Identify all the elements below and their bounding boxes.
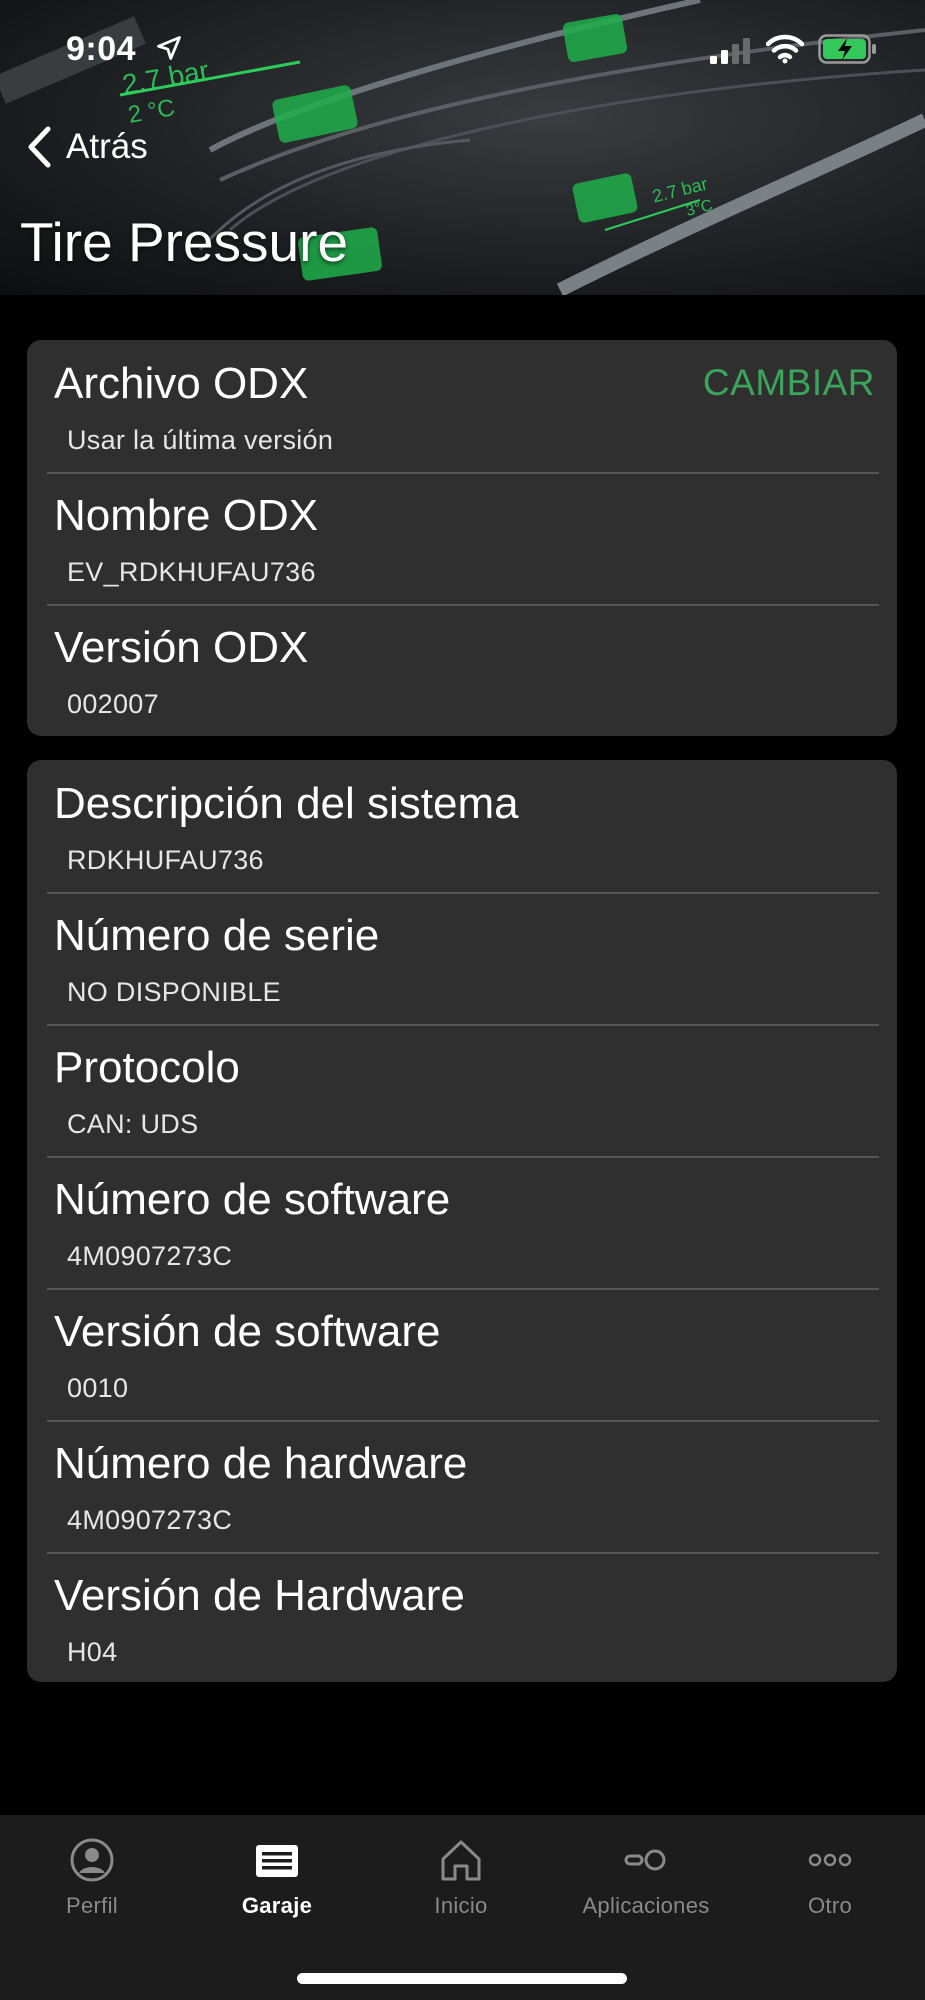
software-version-row: Versión de software 0010 xyxy=(27,1288,897,1420)
status-bar: 9:04 xyxy=(0,0,925,100)
row-title: Versión ODX xyxy=(54,623,309,672)
protocol-row: Protocolo CAN: UDS xyxy=(27,1024,897,1156)
garage-icon xyxy=(256,1845,298,1877)
home-indicator[interactable] xyxy=(297,1973,627,1984)
odx-info-card: Archivo ODX CAMBIAR Usar la última versi… xyxy=(27,340,897,736)
wifi-icon xyxy=(766,34,804,64)
tab-label: Otro xyxy=(808,1893,852,1918)
software-number-row: Número de software 4M0907273C xyxy=(27,1156,897,1288)
tab-aplicaciones[interactable]: Aplicaciones xyxy=(561,1815,731,1945)
row-value: 0010 xyxy=(67,1373,129,1403)
page-title: Tire Pressure xyxy=(20,211,349,273)
apps-icon xyxy=(624,1849,666,1871)
row-title: Número de serie xyxy=(54,911,380,960)
row-title: Protocolo xyxy=(54,1043,240,1092)
row-title: Nombre ODX xyxy=(54,491,319,540)
change-odx-button[interactable]: CAMBIAR xyxy=(703,360,875,406)
row-value: H04 xyxy=(67,1637,118,1667)
tab-label: Perfil xyxy=(66,1893,118,1918)
odx-version-row: Versión ODX 002007 xyxy=(27,604,897,736)
system-description-row: Descripción del sistema RDKHUFAU736 xyxy=(27,760,897,892)
home-icon xyxy=(441,1840,481,1881)
row-value: Usar la última versión xyxy=(67,425,334,455)
tab-garaje[interactable]: Garaje xyxy=(192,1815,362,1945)
battery-charging-icon xyxy=(818,34,876,64)
hardware-version-row: Versión de Hardware H04 xyxy=(27,1552,897,1682)
chevron-left-icon xyxy=(28,126,51,168)
tab-label: Garaje xyxy=(241,1893,313,1918)
status-time: 9:04 xyxy=(66,30,137,68)
row-title: Número de hardware xyxy=(54,1439,468,1488)
row-title: Descripción del sistema xyxy=(54,779,519,828)
row-value: 002007 xyxy=(67,689,159,719)
tab-inicio[interactable]: Inicio xyxy=(376,1815,546,1945)
location-arrow-icon xyxy=(157,36,181,60)
cellular-signal-icon xyxy=(710,38,750,64)
row-value: NO DISPONIBLE xyxy=(67,977,281,1007)
row-title: Número de software xyxy=(54,1175,451,1224)
row-title: Versión de software xyxy=(54,1307,441,1356)
system-info-card: Descripción del sistema RDKHUFAU736 Núme… xyxy=(27,760,897,1682)
row-value: CAN: UDS xyxy=(67,1109,199,1139)
odx-name-row: Nombre ODX EV_RDKHUFAU736 xyxy=(27,472,897,604)
tab-label: Aplicaciones xyxy=(582,1893,710,1918)
header-banner: 2.7 bar 2 °C 2.7 bar 3°C 9:04 Atrás Tire… xyxy=(0,0,925,295)
serial-number-row: Número de serie NO DISPONIBLE xyxy=(27,892,897,1024)
row-title: Archivo ODX xyxy=(54,359,309,408)
profile-icon xyxy=(70,1838,114,1882)
hardware-number-row: Número de hardware 4M0907273C xyxy=(27,1420,897,1552)
tab-otro[interactable]: Otro xyxy=(745,1815,915,1945)
row-value: 4M0907273C xyxy=(67,1505,233,1535)
odx-file-row: Archivo ODX CAMBIAR Usar la última versi… xyxy=(27,340,897,472)
tab-perfil[interactable]: Perfil xyxy=(7,1815,177,1945)
row-value: EV_RDKHUFAU736 xyxy=(67,557,316,587)
back-label: Atrás xyxy=(66,127,148,166)
row-value: 4M0907273C xyxy=(67,1241,233,1271)
more-icon xyxy=(808,1853,852,1867)
row-title: Versión de Hardware xyxy=(54,1571,465,1620)
row-value: RDKHUFAU736 xyxy=(67,845,264,875)
back-button[interactable]: Atrás xyxy=(26,122,148,172)
tab-label: Inicio xyxy=(434,1893,488,1918)
